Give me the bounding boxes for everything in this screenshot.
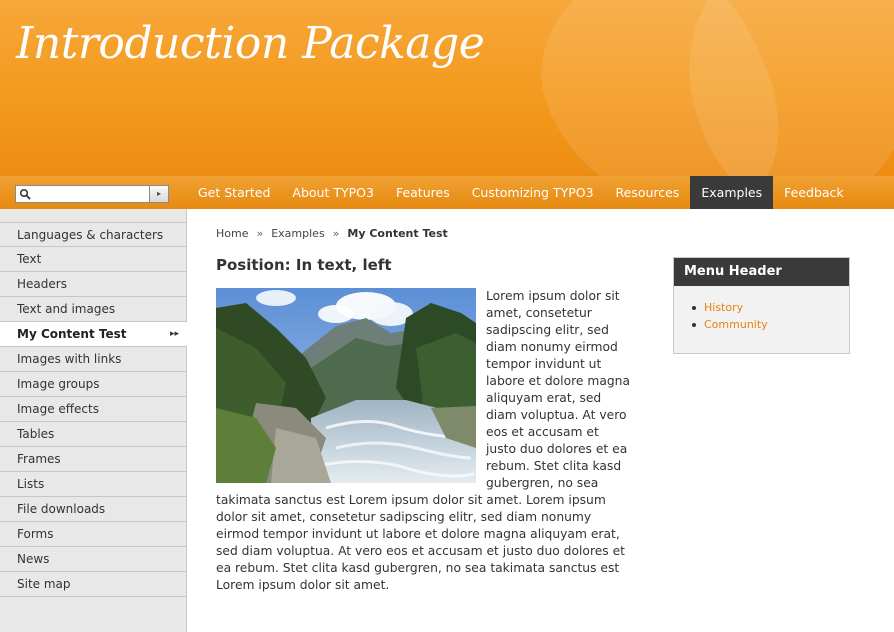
nav-item-resources[interactable]: Resources	[605, 176, 691, 209]
breadcrumb: Home » Examples » My Content Test	[216, 227, 448, 240]
sidebar-item-forms[interactable]: Forms	[0, 522, 186, 547]
sidebar-item-lists[interactable]: Lists	[0, 472, 186, 497]
search-icon	[19, 188, 31, 200]
sidebar-item-label: Image effects	[17, 402, 99, 416]
sidebar-item-file-downloads[interactable]: File downloads	[0, 497, 186, 522]
sidebar-item-label: Forms	[17, 527, 54, 541]
river-landscape-image	[216, 288, 476, 483]
nav-item-feedback[interactable]: Feedback	[773, 176, 855, 209]
sidebar-item-images-with-links[interactable]: Images with links	[0, 347, 186, 372]
sidebar-item-label: Site map	[17, 577, 71, 591]
nav-item-get-started[interactable]: Get Started	[187, 176, 281, 209]
sidebar-item-news[interactable]: News	[0, 547, 186, 572]
sidebar-item-label: Languages & characters	[17, 228, 164, 242]
double-chevron-right-icon: ▸▸	[169, 329, 179, 339]
menu-link-community[interactable]: Community	[692, 316, 849, 333]
breadcrumb-current: My Content Test	[347, 227, 448, 240]
sidebar-item-label: Tables	[17, 427, 55, 441]
breadcrumb-separator: »	[256, 227, 264, 240]
sidebar-item-label: Frames	[17, 452, 61, 466]
site-header: Introduction Package	[0, 0, 894, 176]
sidebar-item-image-groups[interactable]: Image groups	[0, 372, 186, 397]
search-input[interactable]	[32, 186, 148, 202]
sidebar-item-label: File downloads	[17, 502, 106, 516]
sidebar-menu: Languages & characters Text Headers Text…	[0, 222, 187, 597]
sidebar-item-label: Image groups	[17, 377, 100, 391]
breadcrumb-home-link[interactable]: Home	[216, 227, 248, 240]
sidebar-item-site-map[interactable]: Site map	[0, 572, 186, 597]
landscape-photo	[216, 288, 476, 483]
main-navigation-bar: ▸ Get Started About TYPO3 Features Custo…	[0, 176, 894, 209]
site-title: Introduction Package	[16, 18, 485, 69]
sidebar-item-image-effects[interactable]: Image effects	[0, 397, 186, 422]
sidebar-item-languages-characters[interactable]: Languages & characters	[0, 222, 186, 247]
nav-item-customizing-typo3[interactable]: Customizing TYPO3	[461, 176, 605, 209]
sidebar-item-frames[interactable]: Frames	[0, 447, 186, 472]
nav-item-examples[interactable]: Examples	[690, 176, 774, 209]
sidebar-item-label: Text and images	[17, 302, 116, 316]
sidebar-item-label: Text	[17, 252, 42, 266]
menu-link-history[interactable]: History	[692, 299, 849, 316]
menu-link-label: Community	[704, 318, 768, 331]
sidebar-item-label: Lists	[17, 477, 45, 491]
nav-item-features[interactable]: Features	[385, 176, 461, 209]
sidebar-item-tables[interactable]: Tables	[0, 422, 186, 447]
bullet-icon	[692, 306, 696, 310]
sidebar-item-label: My Content Test	[17, 327, 127, 341]
nav-menu: Get Started About TYPO3 Features Customi…	[187, 176, 855, 209]
search-submit-button[interactable]: ▸	[149, 186, 168, 202]
menu-box: Menu Header History Community	[673, 257, 850, 354]
sidebar-item-my-content-test[interactable]: My Content Test ▸▸	[0, 322, 187, 347]
bullet-icon	[692, 323, 696, 327]
menu-box-header: Menu Header	[674, 258, 849, 286]
sidebar-item-label: Headers	[17, 277, 67, 291]
text-with-image: Lorem ipsum dolor sit amet, consetetur s…	[216, 288, 630, 594]
menu-box-list: History Community	[674, 286, 849, 333]
sidebar-item-text-and-images[interactable]: Text and images	[0, 297, 186, 322]
sidebar-item-text[interactable]: Text	[0, 247, 186, 272]
sidebar-item-headers[interactable]: Headers	[0, 272, 186, 297]
content-heading: Position: In text, left	[216, 256, 392, 274]
menu-link-label: History	[704, 301, 744, 314]
breadcrumb-separator: »	[332, 227, 340, 240]
sidebar: Languages & characters Text Headers Text…	[0, 209, 187, 632]
search-box: ▸	[15, 185, 169, 203]
sidebar-item-label: Images with links	[17, 352, 122, 366]
sidebar-item-label: News	[17, 552, 50, 566]
breadcrumb-examples-link[interactable]: Examples	[271, 227, 324, 240]
nav-item-about-typo3[interactable]: About TYPO3	[281, 176, 385, 209]
